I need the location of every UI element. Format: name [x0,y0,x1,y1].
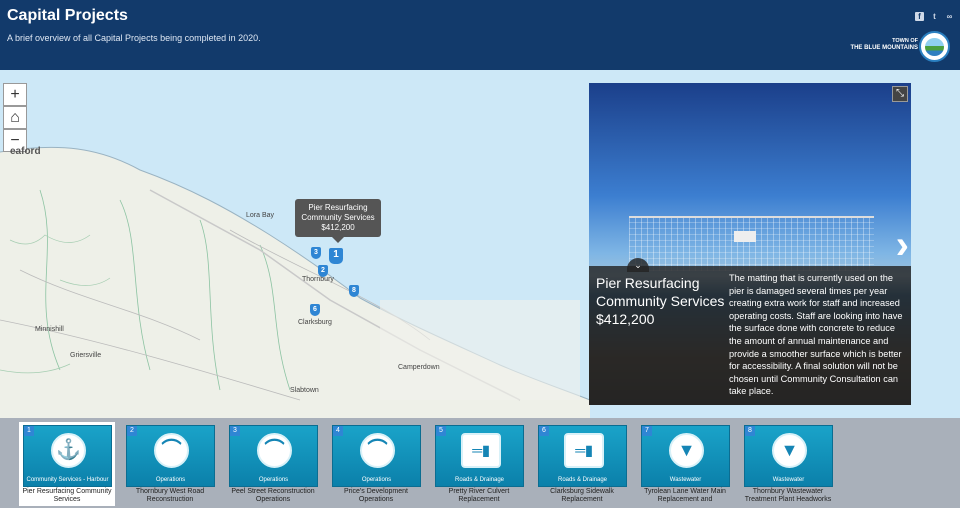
popup-title-block: Pier Resurfacing Community Services $412… [596,274,726,328]
project-card[interactable]: 4 ⌒ Operations Price's Development Opera… [328,422,424,506]
project-card[interactable]: 2 ⌒ Operations Thornbury West Road Recon… [122,422,218,506]
project-carousel: 1 ⚓ Community Services - Harbour Pier Re… [0,418,960,508]
map-label-lora-bay: Lora Bay [246,212,275,219]
road-icon: ═▮ [461,433,501,468]
card-category: Operations [258,477,289,483]
map-label-griersville: Griersville [70,352,102,359]
project-card[interactable]: 7 ▼ Wastewater Tyrolean Lane Water Main … [637,422,733,506]
next-arrow-icon[interactable]: › [896,225,909,265]
map-pin[interactable]: 3 [311,247,321,259]
map-label-slabtown: Slabtown [290,387,319,394]
zoom-in-button[interactable]: + [3,83,27,106]
popup-caption: ⌄ Pier Resurfacing Community Services $4… [589,258,911,405]
road-icon: ═▮ [564,433,604,468]
project-card[interactable]: 3 ⌒ Operations Peel Street Reconstructio… [225,422,321,506]
facebook-icon[interactable]: f [915,12,924,21]
link-icon[interactable]: ∞ [945,12,954,21]
card-category: Wastewater [772,477,805,483]
map-label-thornbury: Thornbury [302,276,334,283]
card-thumbnail: 8 ▼ Wastewater [744,425,833,487]
project-popup: ⤡ › ⌄ Pier Resurfacing Community Service… [589,83,911,405]
logo-line2: THE BLUE MOUNTAINS [850,45,918,51]
home-button[interactable]: ⌂ [3,106,27,129]
logo-line1: TOWN OF [892,38,918,44]
town-seal-logo [919,31,950,62]
project-card[interactable]: 8 ▼ Wastewater Thornbury Wastewater Trea… [740,422,836,506]
map-pin[interactable]: 8 [349,285,359,297]
card-caption: Price's Development Operations [344,488,408,503]
card-number: 7 [642,426,652,436]
card-thumbnail: 7 ▼ Wastewater [641,425,730,487]
card-thumbnail: 1 ⚓ Community Services - Harbour [23,425,112,487]
popup-description: The matting that is currently used on th… [729,273,903,397]
card-thumbnail: 4 ⌒ Operations [332,425,421,487]
bridge-icon: ⌒ [360,433,395,468]
card-caption: Thornbury West Road Reconstruction [135,488,205,503]
tooltip-price: $412,200 [321,223,355,232]
project-card[interactable]: 5 ═▮ Roads & Drainage Pretty River Culve… [431,422,527,506]
card-category: Operations [361,477,392,483]
share-bar: f t ∞ [915,12,954,21]
card-category: Roads & Drainage [557,477,608,483]
fence-image-detail [629,216,874,271]
card-category: Operations [155,477,186,483]
card-caption: Tyrolean Lane Water Main Replacement and [644,488,726,503]
card-thumbnail: 5 ═▮ Roads & Drainage [435,425,524,487]
card-number: 6 [539,426,549,436]
card-category: Community Services - Harbour [26,477,109,483]
card-caption: Pier Resurfacing Community Services [22,488,112,503]
card-category: Roads & Drainage [454,477,505,483]
page-subtitle: A brief overview of all Capital Projects… [7,33,261,43]
project-card[interactable]: 1 ⚓ Community Services - Harbour Pier Re… [19,422,115,506]
card-caption: Peel Street Reconstruction Operations [231,488,315,503]
expand-icon[interactable]: ⤡ [892,86,908,102]
popup-price: $412,200 [596,311,655,327]
water-drop-icon: ▼ [669,433,704,468]
card-thumbnail: 3 ⌒ Operations [229,425,318,487]
tooltip-title: Pier Resurfacing Community Services [301,203,375,222]
anchor-icon: ⚓ [51,433,86,468]
map-pin[interactable]: 2 [318,265,328,277]
twitter-icon[interactable]: t [930,12,939,21]
sign-image-detail [734,231,756,242]
card-number: 5 [436,426,446,436]
card-number: 8 [745,426,755,436]
card-number: 4 [333,426,343,436]
card-thumbnail: 6 ═▮ Roads & Drainage [538,425,627,487]
project-card[interactable]: 6 ═▮ Roads & Drainage Clarksburg Sidewal… [534,422,630,506]
bridge-icon: ⌒ [154,433,189,468]
map-label-clarksburg: Clarksburg [298,319,332,326]
card-category: Wastewater [669,477,702,483]
card-number: 2 [127,426,137,436]
page-title: Capital Projects [7,7,128,24]
bridge-icon: ⌒ [257,433,292,468]
card-number: 1 [24,426,34,436]
card-caption: Pretty River Culvert Replacement [448,488,510,503]
town-logo-text: TOWN OF THE BLUE MOUNTAINS [850,38,918,52]
map-pin[interactable]: 6 [310,304,320,316]
card-number: 3 [230,426,240,436]
map-label-meaford: eaford [10,146,41,157]
card-caption: Thornbury Wastewater Treatment Plant Hea… [744,488,832,503]
popup-title: Pier Resurfacing Community Services [596,275,725,309]
map-tooltip: Pier Resurfacing Community Services $412… [295,199,381,243]
water-drop-icon: ▼ [772,433,807,468]
map-label-camperdown: Camperdown [398,364,440,371]
map-pin-selected[interactable]: 1 [329,248,343,264]
card-caption: Clarksburg Sidewalk Replacement [550,488,614,503]
header: Capital Projects A brief overview of all… [0,0,960,70]
map-label-minnishill: Minnishill [35,326,64,333]
card-thumbnail: 2 ⌒ Operations [126,425,215,487]
